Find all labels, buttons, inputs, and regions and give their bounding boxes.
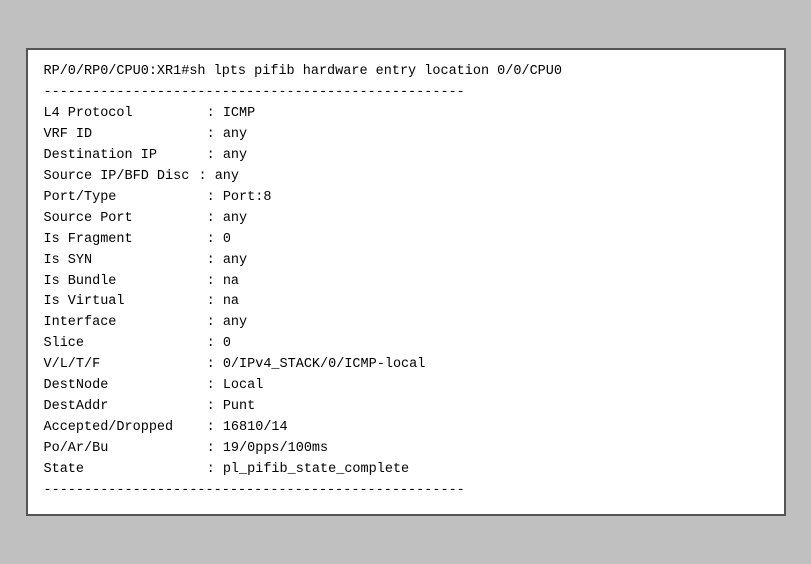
table-row: Port/Type : Port:8 xyxy=(44,188,768,209)
entry-key: Source IP/BFD Disc xyxy=(44,167,199,188)
entry-key: Is Bundle xyxy=(44,272,199,293)
table-row: Is SYN : any xyxy=(44,251,768,272)
table-row: V/L/T/F : 0/IPv4_STACK/0/ICMP-local xyxy=(44,355,768,376)
entry-val: any xyxy=(223,146,247,167)
entry-sep: : xyxy=(199,230,223,251)
entry-sep: : xyxy=(199,188,223,209)
table-row: DestNode : Local xyxy=(44,376,768,397)
entry-key: Slice xyxy=(44,334,199,355)
table-row: Is Fragment : 0 xyxy=(44,230,768,251)
entry-val: any xyxy=(223,125,247,146)
entry-key: State xyxy=(44,460,199,481)
entry-sep: : xyxy=(199,460,223,481)
entry-val: 19/0pps/100ms xyxy=(223,439,328,460)
entry-key: Interface xyxy=(44,313,199,334)
entry-key: VRF ID xyxy=(44,125,199,146)
entry-key: DestAddr xyxy=(44,397,199,418)
entry-val: any xyxy=(223,209,247,230)
entry-sep: : xyxy=(199,167,215,188)
table-row: Interface : any xyxy=(44,313,768,334)
entry-sep: : xyxy=(199,209,223,230)
entry-val: 0 xyxy=(223,230,231,251)
entry-key: Accepted/Dropped xyxy=(44,418,199,439)
table-row: Destination IP : any xyxy=(44,146,768,167)
entry-sep: : xyxy=(199,146,223,167)
divider-bottom: ----------------------------------------… xyxy=(44,481,768,502)
table-row: Source Port : any xyxy=(44,209,768,230)
entry-sep: : xyxy=(199,334,223,355)
table-row: Source IP/BFD Disc: any xyxy=(44,167,768,188)
entry-key: V/L/T/F xyxy=(44,355,199,376)
entry-key: Is Virtual xyxy=(44,292,199,313)
entry-key: Destination IP xyxy=(44,146,199,167)
entry-val: 0/IPv4_STACK/0/ICMP-local xyxy=(223,355,426,376)
entry-val: any xyxy=(223,251,247,272)
terminal-window: RP/0/RP0/CPU0:XR1#sh lpts pifib hardware… xyxy=(26,48,786,515)
entry-val: pl_pifib_state_complete xyxy=(223,460,409,481)
entry-val: Punt xyxy=(223,397,255,418)
entry-key: Is SYN xyxy=(44,251,199,272)
entry-key: Source Port xyxy=(44,209,199,230)
entry-key: L4 Protocol xyxy=(44,104,199,125)
entry-sep: : xyxy=(199,251,223,272)
table-row: DestAddr : Punt xyxy=(44,397,768,418)
entry-sep: : xyxy=(199,272,223,293)
entry-key: Port/Type xyxy=(44,188,199,209)
table-row: State : pl_pifib_state_complete xyxy=(44,460,768,481)
table-row: Is Bundle : na xyxy=(44,272,768,293)
entry-sep: : xyxy=(199,376,223,397)
table-row: Is Virtual : na xyxy=(44,292,768,313)
entry-sep: : xyxy=(199,104,223,125)
entry-val: 16810/14 xyxy=(223,418,288,439)
table-row: Slice : 0 xyxy=(44,334,768,355)
entry-val: ICMP xyxy=(223,104,255,125)
divider-top: ----------------------------------------… xyxy=(44,83,768,104)
entry-key: Po/Ar/Bu xyxy=(44,439,199,460)
entry-val: 0 xyxy=(223,334,231,355)
entry-key: DestNode xyxy=(44,376,199,397)
entry-sep: : xyxy=(199,313,223,334)
entries-container: L4 Protocol : ICMPVRF ID : anyDestinatio… xyxy=(44,104,768,481)
entry-val: Port:8 xyxy=(223,188,272,209)
entry-key: Is Fragment xyxy=(44,230,199,251)
entry-val: any xyxy=(223,313,247,334)
table-row: Accepted/Dropped : 16810/14 xyxy=(44,418,768,439)
table-row: L4 Protocol : ICMP xyxy=(44,104,768,125)
entry-sep: : xyxy=(199,397,223,418)
entry-sep: : xyxy=(199,355,223,376)
entry-sep: : xyxy=(199,292,223,313)
table-row: VRF ID : any xyxy=(44,125,768,146)
entry-val: Local xyxy=(223,376,264,397)
entry-sep: : xyxy=(199,418,223,439)
entry-val: na xyxy=(223,272,239,293)
entry-sep: : xyxy=(199,439,223,460)
entry-val: any xyxy=(215,167,239,188)
table-row: Po/Ar/Bu : 19/0pps/100ms xyxy=(44,439,768,460)
command-line: RP/0/RP0/CPU0:XR1#sh lpts pifib hardware… xyxy=(44,62,768,83)
entry-val: na xyxy=(223,292,239,313)
entry-sep: : xyxy=(199,125,223,146)
